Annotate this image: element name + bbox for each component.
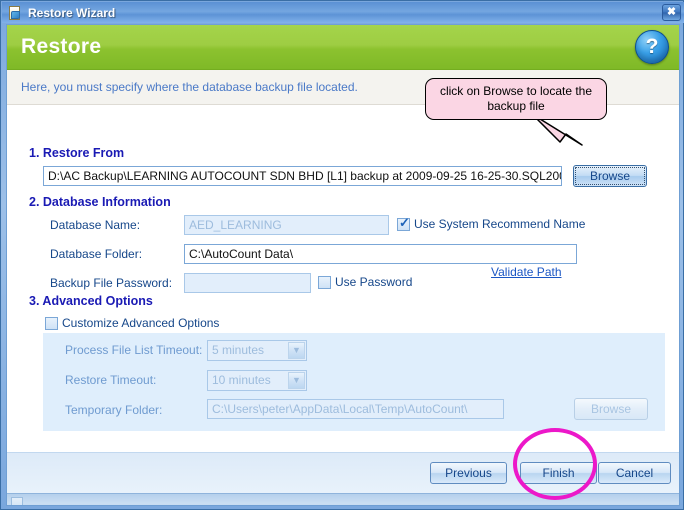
restore-wizard-window: Restore Wizard ✖ Restore ? Here, you mus… (0, 0, 684, 510)
use-system-recommend-name-label[interactable]: Use System Recommend Name (414, 217, 585, 231)
page-title: Restore (21, 35, 102, 58)
restore-timeout-label: Restore Timeout: (65, 373, 157, 387)
customize-advanced-options-checkbox[interactable] (45, 317, 58, 330)
dialog-footer: Previous Finish Cancel (7, 452, 679, 493)
temporary-folder-label: Temporary Folder: (65, 403, 163, 417)
use-password-checkbox[interactable] (318, 276, 331, 289)
help-icon[interactable]: ? (635, 30, 669, 64)
advanced-options-panel: Process File List Timeout: 5 minutes ▼ R… (43, 333, 665, 431)
cancel-button[interactable]: Cancel (598, 462, 671, 484)
callout-annotation: click on Browse to locate the backup fil… (425, 78, 607, 120)
page-subtitle: Here, you must specify where the databas… (21, 80, 358, 94)
restore-timeout-select: 10 minutes ▼ (207, 370, 307, 391)
process-file-list-timeout-select: 5 minutes ▼ (207, 340, 307, 361)
page-header-band: Restore ? (7, 25, 679, 70)
section-title-advanced-options: 3. Advanced Options (29, 294, 153, 308)
process-file-list-timeout-value: 5 minutes (212, 343, 265, 357)
title-bar: Restore Wizard ✖ (2, 2, 684, 23)
close-icon[interactable]: ✖ (662, 4, 681, 21)
use-password-label[interactable]: Use Password (335, 275, 412, 289)
status-bar (7, 493, 679, 505)
section-title-database-information: 2. Database Information (29, 195, 171, 209)
temporary-folder-browse-button: Browse (574, 398, 648, 420)
restore-timeout-value: 10 minutes (212, 373, 271, 387)
backup-file-password-input (184, 273, 311, 293)
database-folder-input[interactable]: C:\AutoCount Data\ (184, 244, 577, 264)
chevron-down-icon: ▼ (288, 342, 305, 359)
window-title: Restore Wizard (28, 5, 116, 20)
customize-advanced-options-label[interactable]: Customize Advanced Options (62, 316, 219, 330)
status-bar-panel (11, 497, 23, 505)
restore-document-icon (7, 5, 23, 21)
dialog-body: 1. Restore From D:\AC Backup\LEARNING AU… (7, 106, 679, 452)
restore-from-path-input[interactable]: D:\AC Backup\LEARNING AUTOCOUNT SDN BHD … (43, 166, 562, 186)
checkmark-icon: ✓ (399, 215, 410, 230)
backup-file-password-label: Backup File Password: (50, 276, 173, 290)
finish-button[interactable]: Finish (520, 462, 597, 484)
chevron-down-icon: ▼ (288, 372, 305, 389)
database-name-input: AED_LEARNING (184, 215, 389, 235)
temporary-folder-input: C:\Users\peter\AppData\Local\Temp\AutoCo… (207, 399, 504, 419)
section-title-restore-from: 1. Restore From (29, 146, 125, 160)
validate-path-link[interactable]: Validate Path (491, 265, 562, 279)
database-name-label: Database Name: (50, 218, 141, 232)
browse-backup-file-button[interactable]: Browse (573, 165, 647, 187)
use-system-recommend-name-checkbox[interactable]: ✓ (397, 215, 410, 231)
previous-button[interactable]: Previous (430, 462, 507, 484)
database-folder-label: Database Folder: (50, 247, 143, 261)
process-file-list-timeout-label: Process File List Timeout: (65, 343, 203, 357)
